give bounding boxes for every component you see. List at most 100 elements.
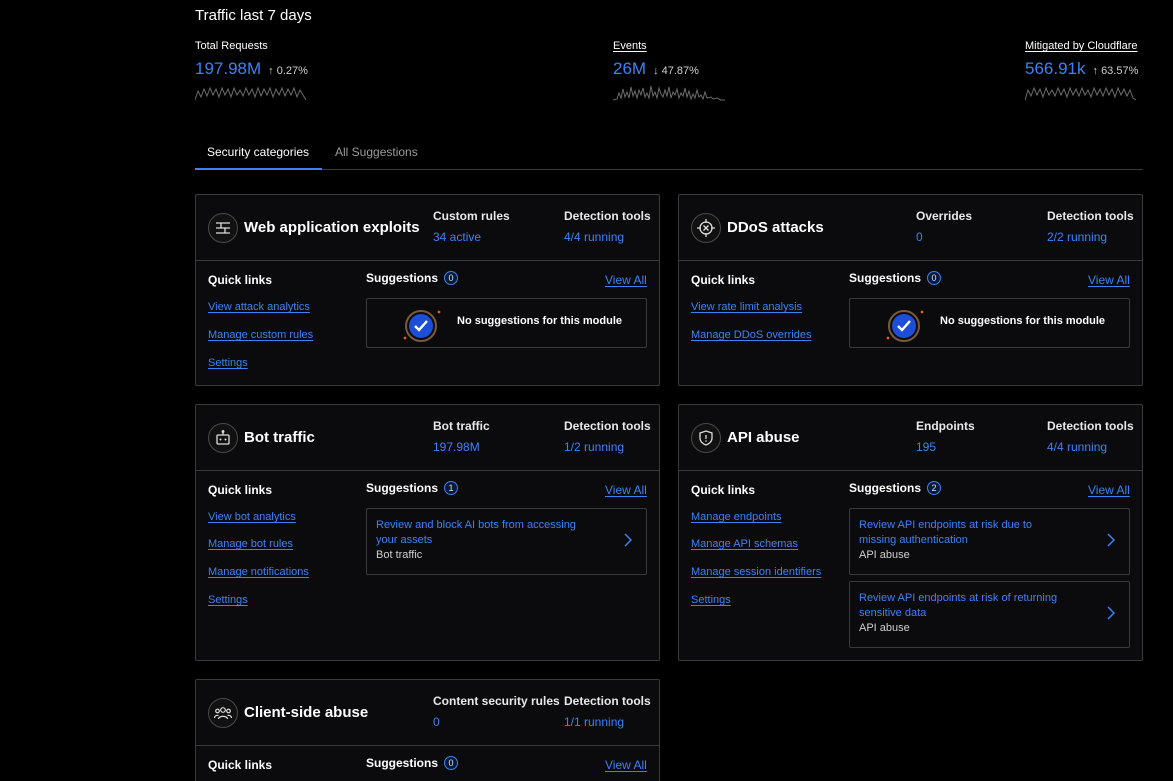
link-manage-api-schemas[interactable]: Manage API schemas: [691, 538, 798, 550]
link-view-attack-analytics[interactable]: View attack analytics: [208, 301, 310, 313]
page-title: Traffic last 7 days: [195, 7, 312, 24]
suggestion-count-badge: 2: [927, 481, 942, 495]
suggestion-item[interactable]: Review API endpoints at risk of returnin…: [849, 581, 1130, 648]
metric-value: 197.98M: [195, 59, 262, 78]
metric-delta: ↑ 63.57%: [1092, 65, 1139, 77]
view-all-link[interactable]: View All: [1088, 483, 1130, 497]
card-title: API abuse: [727, 429, 800, 446]
suggestion-count-badge: 0: [444, 271, 459, 285]
suggestion-category: API abuse: [859, 622, 910, 634]
stat-value[interactable]: 34 active: [433, 230, 510, 244]
card-ddos-attacks: DDoS attacks Overrides 0 Detection tools…: [678, 194, 1143, 386]
check-badge-icon: [886, 310, 924, 342]
card-bot-traffic: Bot traffic Bot traffic 197.98M Detectio…: [195, 404, 660, 661]
quick-links-heading: Quick links: [691, 483, 756, 497]
suggestions-heading: Suggestions 1: [366, 481, 459, 495]
firewall-icon: [208, 213, 238, 243]
card-title: Bot traffic: [244, 429, 315, 446]
link-settings[interactable]: Settings: [208, 357, 248, 369]
metric-delta: ↑ 0.27%: [268, 65, 308, 77]
quick-links-heading: Quick links: [208, 758, 273, 772]
link-manage-ddos-overrides[interactable]: Manage DDoS overrides: [691, 329, 811, 341]
card-title: DDoS attacks: [727, 219, 824, 236]
empty-message: No suggestions for this module: [457, 315, 623, 327]
card-client-side-abuse: Client-side abuse Content security rules…: [195, 679, 660, 781]
shield-icon: [691, 423, 721, 453]
sparkline-requests: [195, 86, 307, 101]
link-settings[interactable]: Settings: [691, 594, 731, 606]
empty-suggestions: No suggestions for this module: [366, 298, 647, 348]
suggestion-category: API abuse: [859, 549, 910, 561]
stat-value[interactable]: 0: [916, 230, 972, 244]
link-view-bot-analytics[interactable]: View bot analytics: [208, 511, 296, 523]
stat-endpoints: Endpoints 195: [916, 419, 975, 454]
metric-total-requests: Total Requests 197.98M ↑ 0.27%: [195, 40, 308, 101]
chevron-right-icon[interactable]: [1107, 606, 1115, 620]
stat-value[interactable]: 197.98M: [433, 440, 490, 454]
suggestions-heading: Suggestions 0: [366, 756, 459, 770]
view-all-link[interactable]: View All: [1088, 273, 1130, 287]
stat-custom-rules: Custom rules 34 active: [433, 209, 510, 244]
stat-value[interactable]: 2/2 running: [1047, 230, 1134, 244]
suggestion-text[interactable]: Review API endpoints at risk of returnin…: [859, 591, 1069, 621]
metric-events: Events 26M ↓ 47.87%: [613, 40, 725, 101]
link-manage-custom-rules[interactable]: Manage custom rules: [208, 329, 313, 341]
stat-value[interactable]: 4/4 running: [1047, 440, 1134, 454]
users-icon: [208, 698, 238, 728]
suggestions-heading: Suggestions 0: [849, 271, 942, 285]
view-all-link[interactable]: View All: [605, 483, 647, 497]
stat-value[interactable]: 195: [916, 440, 975, 454]
link-manage-bot-rules[interactable]: Manage bot rules: [208, 538, 293, 550]
target-icon: [691, 213, 721, 243]
tab-all-suggestions[interactable]: All Suggestions: [335, 145, 418, 159]
view-all-link[interactable]: View All: [605, 273, 647, 287]
metric-label[interactable]: Mitigated by Cloudflare: [1025, 40, 1138, 52]
suggestion-item[interactable]: Review and block AI bots from accessing …: [366, 508, 647, 575]
metric-value: 26M: [613, 59, 647, 78]
tab-security-categories[interactable]: Security categories: [207, 145, 309, 159]
quick-links-heading: Quick links: [208, 273, 273, 287]
metric-mitigated: Mitigated by Cloudflare 566.91k ↑ 63.57%: [1025, 40, 1138, 101]
stat-value[interactable]: 0: [433, 715, 560, 729]
card-title: Web application exploits: [244, 219, 420, 236]
card-api-abuse: API abuse Endpoints 195 Detection tools …: [678, 404, 1143, 661]
metric-label[interactable]: Events: [613, 40, 725, 52]
stat-detection-tools: Detection tools 1/1 running: [564, 694, 651, 729]
stat-value[interactable]: 1/1 running: [564, 715, 651, 729]
link-manage-endpoints[interactable]: Manage endpoints: [691, 511, 782, 523]
link-settings[interactable]: Settings: [208, 594, 248, 606]
suggestion-category: Bot traffic: [376, 549, 423, 561]
suggestion-item[interactable]: Review API endpoints at risk due to miss…: [849, 508, 1130, 575]
link-manage-notifications[interactable]: Manage notifications: [208, 566, 309, 578]
quick-links-heading: Quick links: [208, 483, 273, 497]
sparkline-mitigated: [1025, 86, 1137, 101]
link-manage-session-identifiers[interactable]: Manage session identifiers: [691, 566, 821, 578]
stat-bot-traffic: Bot traffic 197.98M: [433, 419, 490, 454]
stat-detection-tools: Detection tools 4/4 running: [1047, 419, 1134, 454]
stat-value[interactable]: 1/2 running: [564, 440, 651, 454]
quick-links-heading: Quick links: [691, 273, 756, 287]
robot-icon: [208, 423, 238, 453]
suggestion-text[interactable]: Review and block AI bots from accessing …: [376, 518, 586, 548]
suggestion-count-badge: 0: [927, 271, 942, 285]
suggestions-heading: Suggestions 0: [366, 271, 459, 285]
link-view-rate-limit-analysis[interactable]: View rate limit analysis: [691, 301, 802, 313]
stat-detection-tools: Detection tools 1/2 running: [564, 419, 651, 454]
metric-value: 566.91k: [1025, 59, 1086, 78]
chevron-right-icon[interactable]: [624, 533, 632, 547]
sparkline-events: [613, 85, 725, 101]
metric-delta: ↓ 47.87%: [653, 65, 699, 77]
card-web-application-exploits: Web application exploits Custom rules 34…: [195, 194, 660, 386]
suggestion-text[interactable]: Review API endpoints at risk due to miss…: [859, 518, 1069, 548]
stat-content-security-rules: Content security rules 0: [433, 694, 560, 729]
suggestions-heading: Suggestions 2: [849, 481, 942, 495]
stat-value[interactable]: 4/4 running: [564, 230, 651, 244]
chevron-right-icon[interactable]: [1107, 533, 1115, 547]
empty-message: No suggestions for this module: [940, 315, 1106, 327]
view-all-link[interactable]: View All: [605, 758, 647, 772]
empty-suggestions: No suggestions for this module: [849, 298, 1130, 348]
suggestion-count-badge: 1: [444, 481, 459, 495]
stat-detection-tools: Detection tools 4/4 running: [564, 209, 651, 244]
active-tab-indicator: [195, 168, 322, 170]
stat-overrides: Overrides 0: [916, 209, 973, 244]
